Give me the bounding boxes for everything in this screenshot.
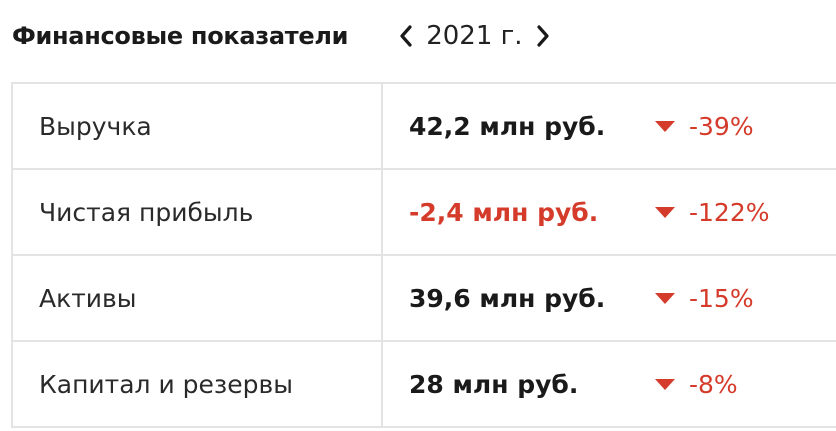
- row-label: Чистая прибыль: [13, 170, 383, 254]
- change-percent: -8%: [689, 369, 738, 399]
- table-row-assets: Активы 39,6 млн руб. -15%: [13, 256, 836, 342]
- triangle-down-icon: [655, 206, 675, 218]
- row-value: -2,4 млн руб.: [409, 197, 599, 227]
- chevron-right-icon[interactable]: [529, 18, 557, 54]
- row-value: 28 млн руб.: [409, 369, 579, 399]
- table-row-capital-reserves: Капитал и резервы 28 млн руб. -8%: [13, 342, 836, 428]
- row-value-cell: 42,2 млн руб. -39%: [383, 84, 836, 168]
- row-value: 39,6 млн руб.: [409, 283, 606, 313]
- row-change: -39%: [655, 112, 754, 141]
- financial-header: Финансовые показатели 2021 г.: [12, 16, 557, 56]
- table-row-revenue: Выручка 42,2 млн руб. -39%: [13, 84, 836, 170]
- change-percent: -39%: [689, 111, 754, 141]
- row-label: Активы: [13, 256, 383, 340]
- year-label: 2021 г.: [426, 21, 523, 51]
- year-navigator: 2021 г.: [392, 18, 556, 54]
- triangle-down-icon: [655, 120, 675, 132]
- change-percent: -122%: [689, 197, 770, 227]
- row-change: -8%: [655, 370, 738, 399]
- change-percent: -15%: [689, 283, 754, 313]
- row-value-cell: 28 млн руб. -8%: [383, 342, 836, 426]
- table-row-net-profit: Чистая прибыль -2,4 млн руб. -122%: [13, 170, 836, 256]
- row-label: Капитал и резервы: [13, 342, 383, 426]
- row-value: 42,2 млн руб.: [409, 111, 606, 141]
- row-label: Выручка: [13, 84, 383, 168]
- row-value-cell: -2,4 млн руб. -122%: [383, 170, 836, 254]
- triangle-down-icon: [655, 292, 675, 304]
- row-change: -15%: [655, 284, 754, 313]
- triangle-down-icon: [655, 378, 675, 390]
- chevron-left-icon[interactable]: [392, 18, 420, 54]
- row-change: -122%: [655, 198, 770, 227]
- financial-table: Выручка 42,2 млн руб. -39% Чистая прибыл…: [11, 82, 836, 428]
- section-title: Финансовые показатели: [12, 22, 349, 50]
- row-value-cell: 39,6 млн руб. -15%: [383, 256, 836, 340]
